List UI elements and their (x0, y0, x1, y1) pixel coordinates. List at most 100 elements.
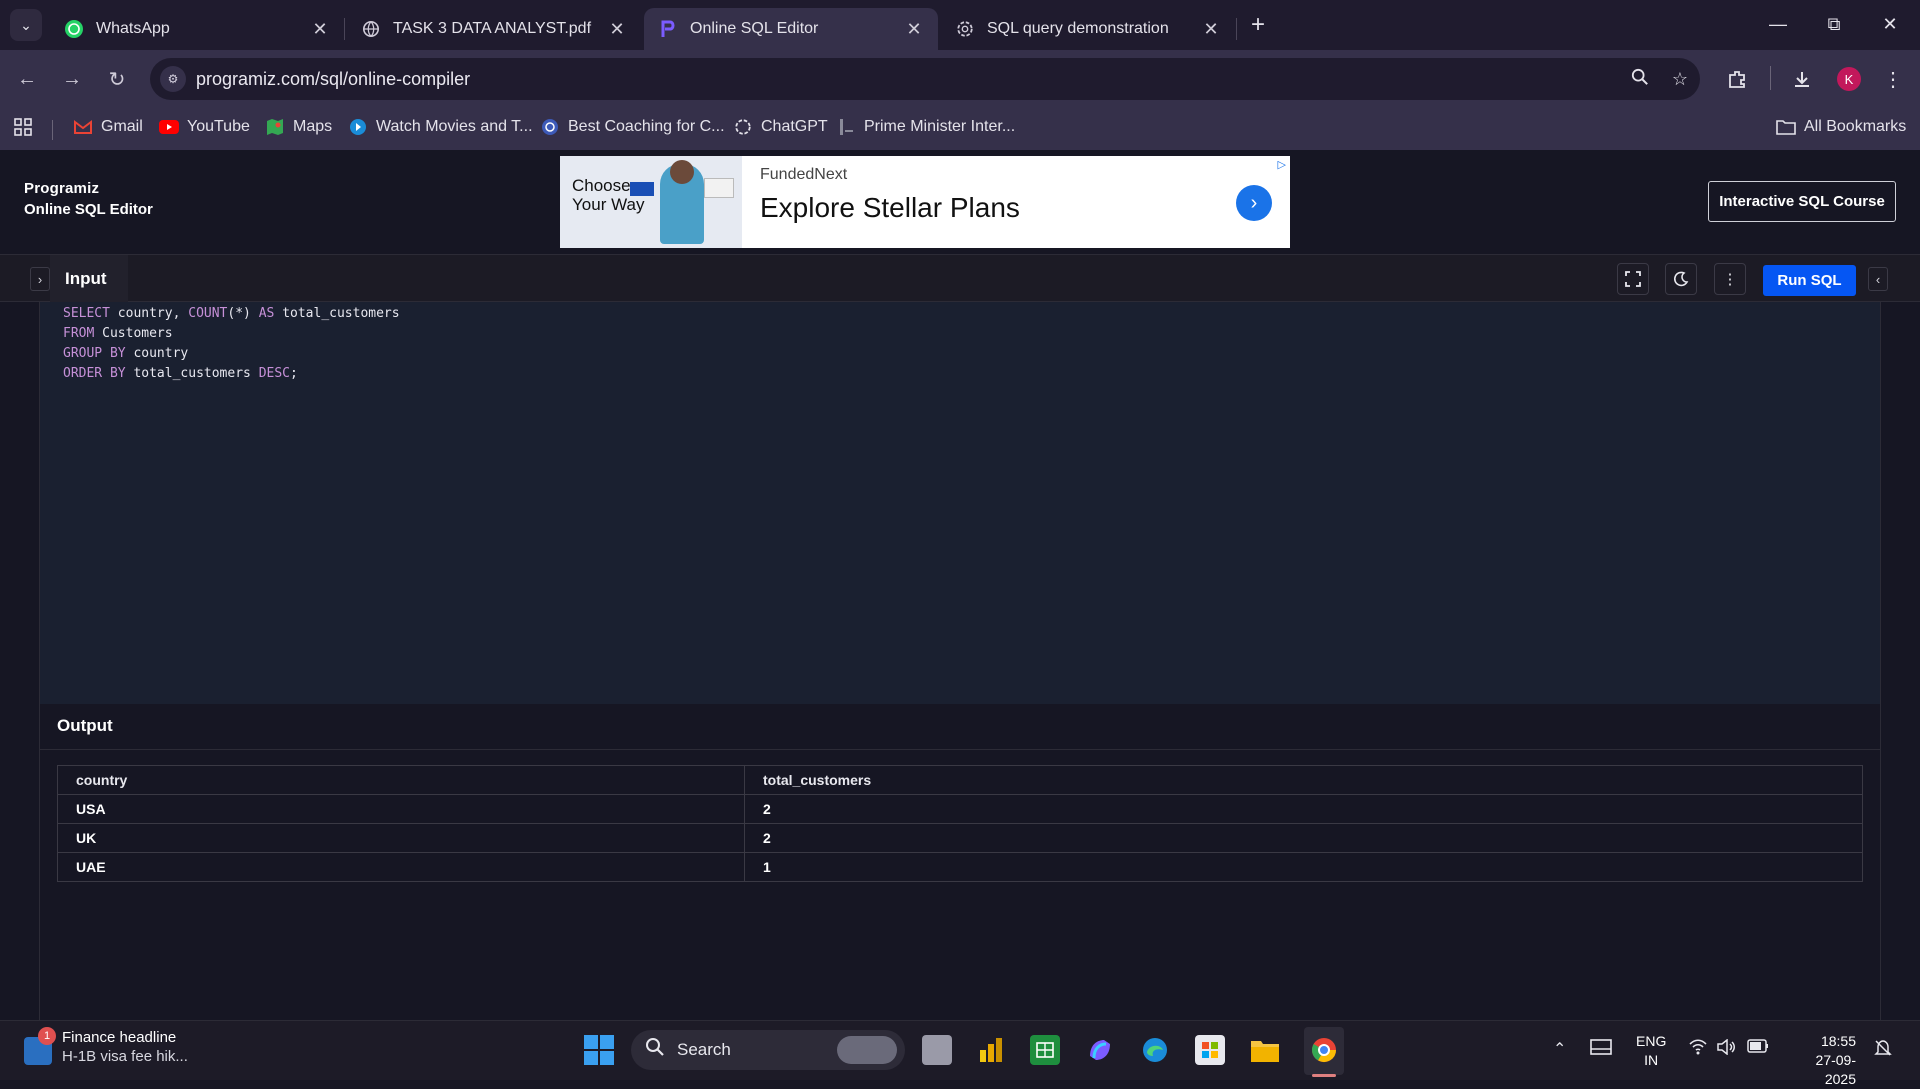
tab-sql-query-demonstration[interactable]: SQL query demonstration ✕ (941, 8, 1235, 50)
address-bar[interactable]: ⚙ programiz.com/sql/online-compiler ☆ (150, 58, 1700, 100)
programiz-logo: Programiz (24, 180, 100, 197)
brand[interactable]: Programiz Online SQL Editor (24, 180, 153, 218)
output-divider (40, 749, 1880, 750)
run-sql-button[interactable]: Run SQL (1763, 265, 1856, 296)
minimize-button[interactable]: — (1750, 0, 1806, 48)
display-icon[interactable] (1590, 1039, 1612, 1062)
youtube-icon (159, 118, 179, 136)
sql-code-editor[interactable]: SELECT country, COUNT(*) AS total_custom… (40, 302, 1880, 704)
ad-headline: Explore Stellar Plans (760, 192, 1020, 223)
table-cell: UAE (57, 852, 745, 882)
programiz-page: Programiz Online SQL Editor Choose Your … (0, 150, 1920, 1020)
code-line[interactable]: GROUP BY country (63, 344, 1857, 364)
bookmarks-bar: Gmail YouTube Maps Watch Movies and T...… (0, 108, 1920, 150)
expand-sidebar-chevron-right-icon[interactable]: › (30, 267, 50, 291)
sheets-icon[interactable] (1030, 1035, 1060, 1065)
bookmark-chatgpt[interactable]: ChatGPT (733, 118, 828, 136)
tab-search-button[interactable]: ⌄ (10, 9, 42, 41)
extensions-icon[interactable] (1722, 64, 1752, 94)
code-token: COUNT (188, 306, 228, 321)
zoom-icon[interactable] (1620, 68, 1660, 91)
bookmark-prime-minister[interactable]: Prime Minister Inter... (836, 118, 1015, 136)
code-token: ORDER BY (63, 366, 134, 381)
result-table: country total_customers USA 2 UK 2 UAE 1 (57, 765, 1863, 882)
all-bookmarks[interactable]: All Bookmarks (1776, 118, 1906, 136)
bookmark-label: Prime Minister Inter... (864, 118, 1016, 135)
left-rail (0, 302, 40, 1020)
fullscreen-icon[interactable] (1617, 263, 1649, 295)
file-explorer-icon[interactable] (1250, 1035, 1280, 1065)
code-line[interactable]: ORDER BY total_customers DESC; (63, 364, 1857, 384)
interactive-sql-course-button[interactable]: Interactive SQL Course (1708, 181, 1896, 222)
right-rail (1880, 302, 1920, 1020)
coaching-icon (540, 118, 560, 136)
collapse-chevron-left-icon[interactable]: ‹ (1868, 267, 1888, 291)
new-tab-button[interactable]: + (1244, 12, 1272, 40)
column-header: country (57, 765, 745, 795)
avatar: K (1837, 67, 1861, 91)
code-token: (*) (227, 306, 259, 321)
code-line[interactable]: SELECT country, COUNT(*) AS total_custom… (63, 304, 1857, 324)
bookmark-youtube[interactable]: YouTube (159, 118, 250, 136)
tab-close-icon[interactable]: ✕ (607, 19, 627, 40)
notification-bell-icon[interactable] (1874, 1039, 1892, 1062)
code-line[interactable]: FROM Customers (63, 324, 1857, 344)
tray-chevron-up-icon[interactable]: ⌃ (1553, 1039, 1566, 1059)
edge-icon[interactable] (1140, 1035, 1170, 1065)
tab-task3-pdf[interactable]: TASK 3 DATA ANALYST.pdf ✕ (347, 8, 641, 50)
tab-title: SQL query demonstration (987, 20, 1169, 37)
ad-chevron-right-icon[interactable]: › (1236, 185, 1272, 221)
taskbar-search[interactable]: Search (631, 1030, 905, 1070)
reload-icon[interactable]: ↻ (102, 64, 132, 94)
bookmark-maps[interactable]: Maps (265, 118, 332, 136)
more-options-icon[interactable]: ⋮ (1714, 263, 1746, 295)
active-app-indicator (1312, 1074, 1336, 1077)
task-view-icon[interactable] (922, 1035, 952, 1065)
bookmark-label: Best Coaching for C... (568, 118, 725, 135)
close-window-button[interactable]: ✕ (1862, 0, 1918, 48)
language-indicator[interactable]: ENG IN (1636, 1032, 1666, 1070)
bookmark-star-icon[interactable]: ☆ (1660, 69, 1700, 90)
folder-icon (1776, 118, 1796, 136)
output-panel: Output country total_customers USA 2 UK … (40, 704, 1880, 1020)
browser-menu-icon[interactable]: ⋮ (1878, 64, 1908, 94)
chrome-icon[interactable] (1309, 1035, 1339, 1065)
profile-button[interactable]: K (1834, 64, 1864, 94)
bookmark-watch-movies[interactable]: Watch Movies and T... (348, 118, 533, 136)
system-clock[interactable]: 18:55 27-09-2025 (1786, 1032, 1856, 1089)
bookmark-label: YouTube (187, 118, 250, 135)
download-icon[interactable] (1787, 64, 1817, 94)
power-bi-icon[interactable] (976, 1035, 1006, 1065)
restore-button[interactable]: ⧉ (1806, 0, 1862, 48)
all-bookmarks-label: All Bookmarks (1804, 118, 1907, 135)
ad-card-graphic (630, 182, 654, 196)
bookmark-best-coaching[interactable]: Best Coaching for C... (540, 118, 725, 136)
tab-close-icon[interactable]: ✕ (1201, 19, 1221, 40)
input-tab[interactable]: Input (50, 255, 128, 302)
dark-mode-moon-icon[interactable] (1665, 263, 1697, 295)
apps-grid-icon[interactable] (14, 118, 32, 136)
ad-choices-icon[interactable]: ▷ (1278, 158, 1286, 171)
back-arrow-icon[interactable]: ← (12, 64, 42, 94)
tab-whatsapp[interactable]: WhatsApp ✕ (50, 8, 344, 50)
news-widget[interactable]: 1 Finance headline H-1B visa fee hik... (24, 1027, 188, 1065)
battery-icon[interactable] (1747, 1039, 1769, 1058)
microsoft-store-icon[interactable] (1195, 1035, 1225, 1065)
bookmark-label: Maps (293, 118, 333, 135)
tab-separator (1236, 18, 1237, 40)
volume-icon[interactable] (1717, 1038, 1737, 1060)
copilot-icon[interactable] (1085, 1035, 1115, 1065)
ad-person-head-graphic (670, 160, 694, 184)
site-info-icon[interactable]: ⚙ (160, 66, 186, 92)
url-text[interactable]: programiz.com/sql/online-compiler (196, 69, 1620, 90)
tab-online-sql-editor[interactable]: Online SQL Editor ✕ (644, 8, 938, 50)
programiz-icon (658, 19, 678, 39)
wifi-icon[interactable] (1689, 1039, 1707, 1060)
ad-banner[interactable]: Choose Your Way FundedNext Explore Stell… (560, 156, 1290, 248)
bookmark-gmail[interactable]: Gmail (73, 118, 143, 136)
windows-start-icon[interactable] (584, 1035, 614, 1065)
tab-close-icon[interactable]: ✕ (904, 19, 924, 40)
tab-title: WhatsApp (96, 20, 170, 37)
forward-arrow-icon[interactable]: → (57, 64, 87, 94)
tab-close-icon[interactable]: ✕ (310, 19, 330, 40)
